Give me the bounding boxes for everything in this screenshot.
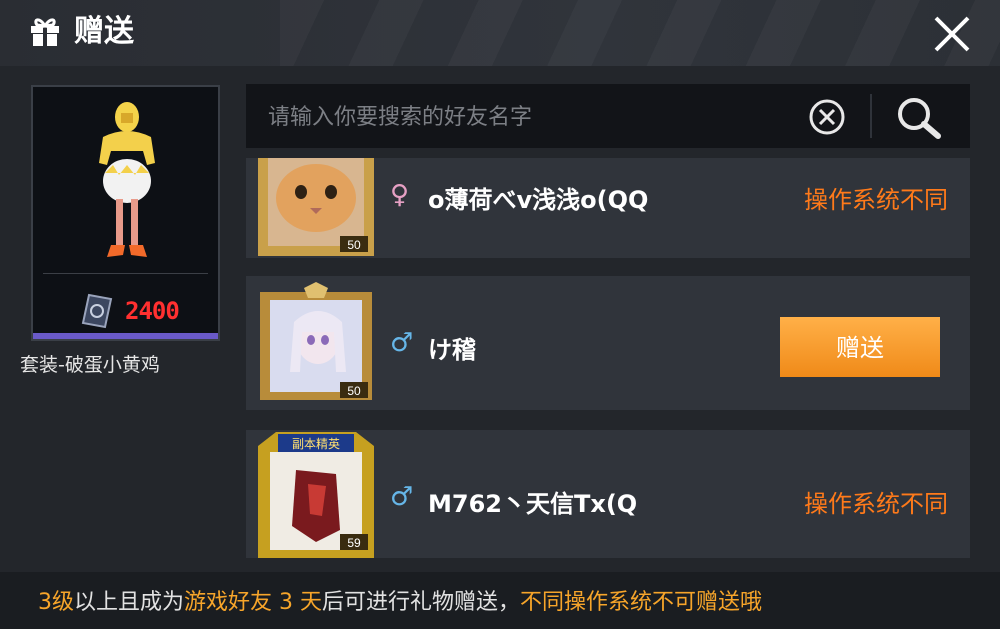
header-decoration [280,0,1000,66]
chick-outfit-image [99,102,155,257]
rule-text-1: 以上且成为 [74,590,185,615]
dialog-title: 赠送 [74,14,134,49]
status-different-os: 操作系统不同 [804,490,948,518]
item-price: 2400 [125,297,180,325]
friend-list[interactable]: 50 ♀ o薄荷べv浅浅o(QQ 操作系统不同 50 ♂ け稽 赠送 副本精英 … [246,158,970,558]
close-icon[interactable] [932,14,972,54]
gift-button[interactable]: 赠送 [780,317,940,377]
search-icon[interactable] [894,94,946,142]
search-separator [870,94,872,138]
avatar-level: 59 [347,536,361,550]
friend-row: 50 ♀ o薄荷べv浅浅o(QQ 操作系统不同 [246,158,970,258]
clear-icon[interactable] [808,98,846,136]
friend-avatar: 50 [258,158,374,256]
rule-friend-days: 游戏好友 3 天 [184,590,322,615]
female-gender-icon: ♀ [390,180,410,210]
male-gender-icon: ♂ [390,482,414,512]
male-gender-icon: ♂ [390,328,414,358]
friend-row: 副本精英 59 ♂ M762丶天信Tx(Q 操作系统不同 [246,430,970,558]
item-name: 套装-破蛋小黄鸡 [20,354,160,376]
rule-text-2: 后可进行礼物赠送， [322,590,521,615]
gift-rules-text: 3级以上且成为游戏好友 3 天后可进行礼物赠送，不同操作系统不可赠送哦 [38,584,762,616]
friend-avatar: 副本精英 59 [258,432,374,558]
coupon-currency-icon [81,293,113,329]
friend-name: け稽 [428,336,476,364]
friend-name: o薄荷べv浅浅o(QQ [428,186,649,214]
search-bar [246,84,970,148]
gift-icon [31,18,59,46]
avatar-badge: 副本精英 [292,437,340,451]
footer-notice: 3级以上且成为游戏好友 3 天后可进行礼物赠送，不同操作系统不可赠送哦 [0,572,1000,629]
status-different-os: 操作系统不同 [804,186,948,214]
item-divider [43,273,208,274]
friend-row: 50 ♂ け稽 赠送 [246,276,970,410]
rarity-bar [33,333,218,339]
rule-os-restriction: 不同操作系统不可赠送哦 [520,590,763,615]
avatar-level: 50 [347,384,361,398]
friend-avatar: 50 [260,282,372,400]
avatar-level: 50 [347,238,361,252]
friend-search-input[interactable] [266,98,790,136]
dialog-header: 赠送 [0,0,1000,66]
friend-name: M762丶天信Tx(Q [428,490,638,518]
rule-level: 3级 [38,590,74,615]
item-card: 2400 [31,85,220,341]
gift-dialog: 赠送 2400 套装-破蛋小黄鸡 请输入你要搜索的好友名字 50 ♀ o薄荷べv… [0,0,1000,629]
